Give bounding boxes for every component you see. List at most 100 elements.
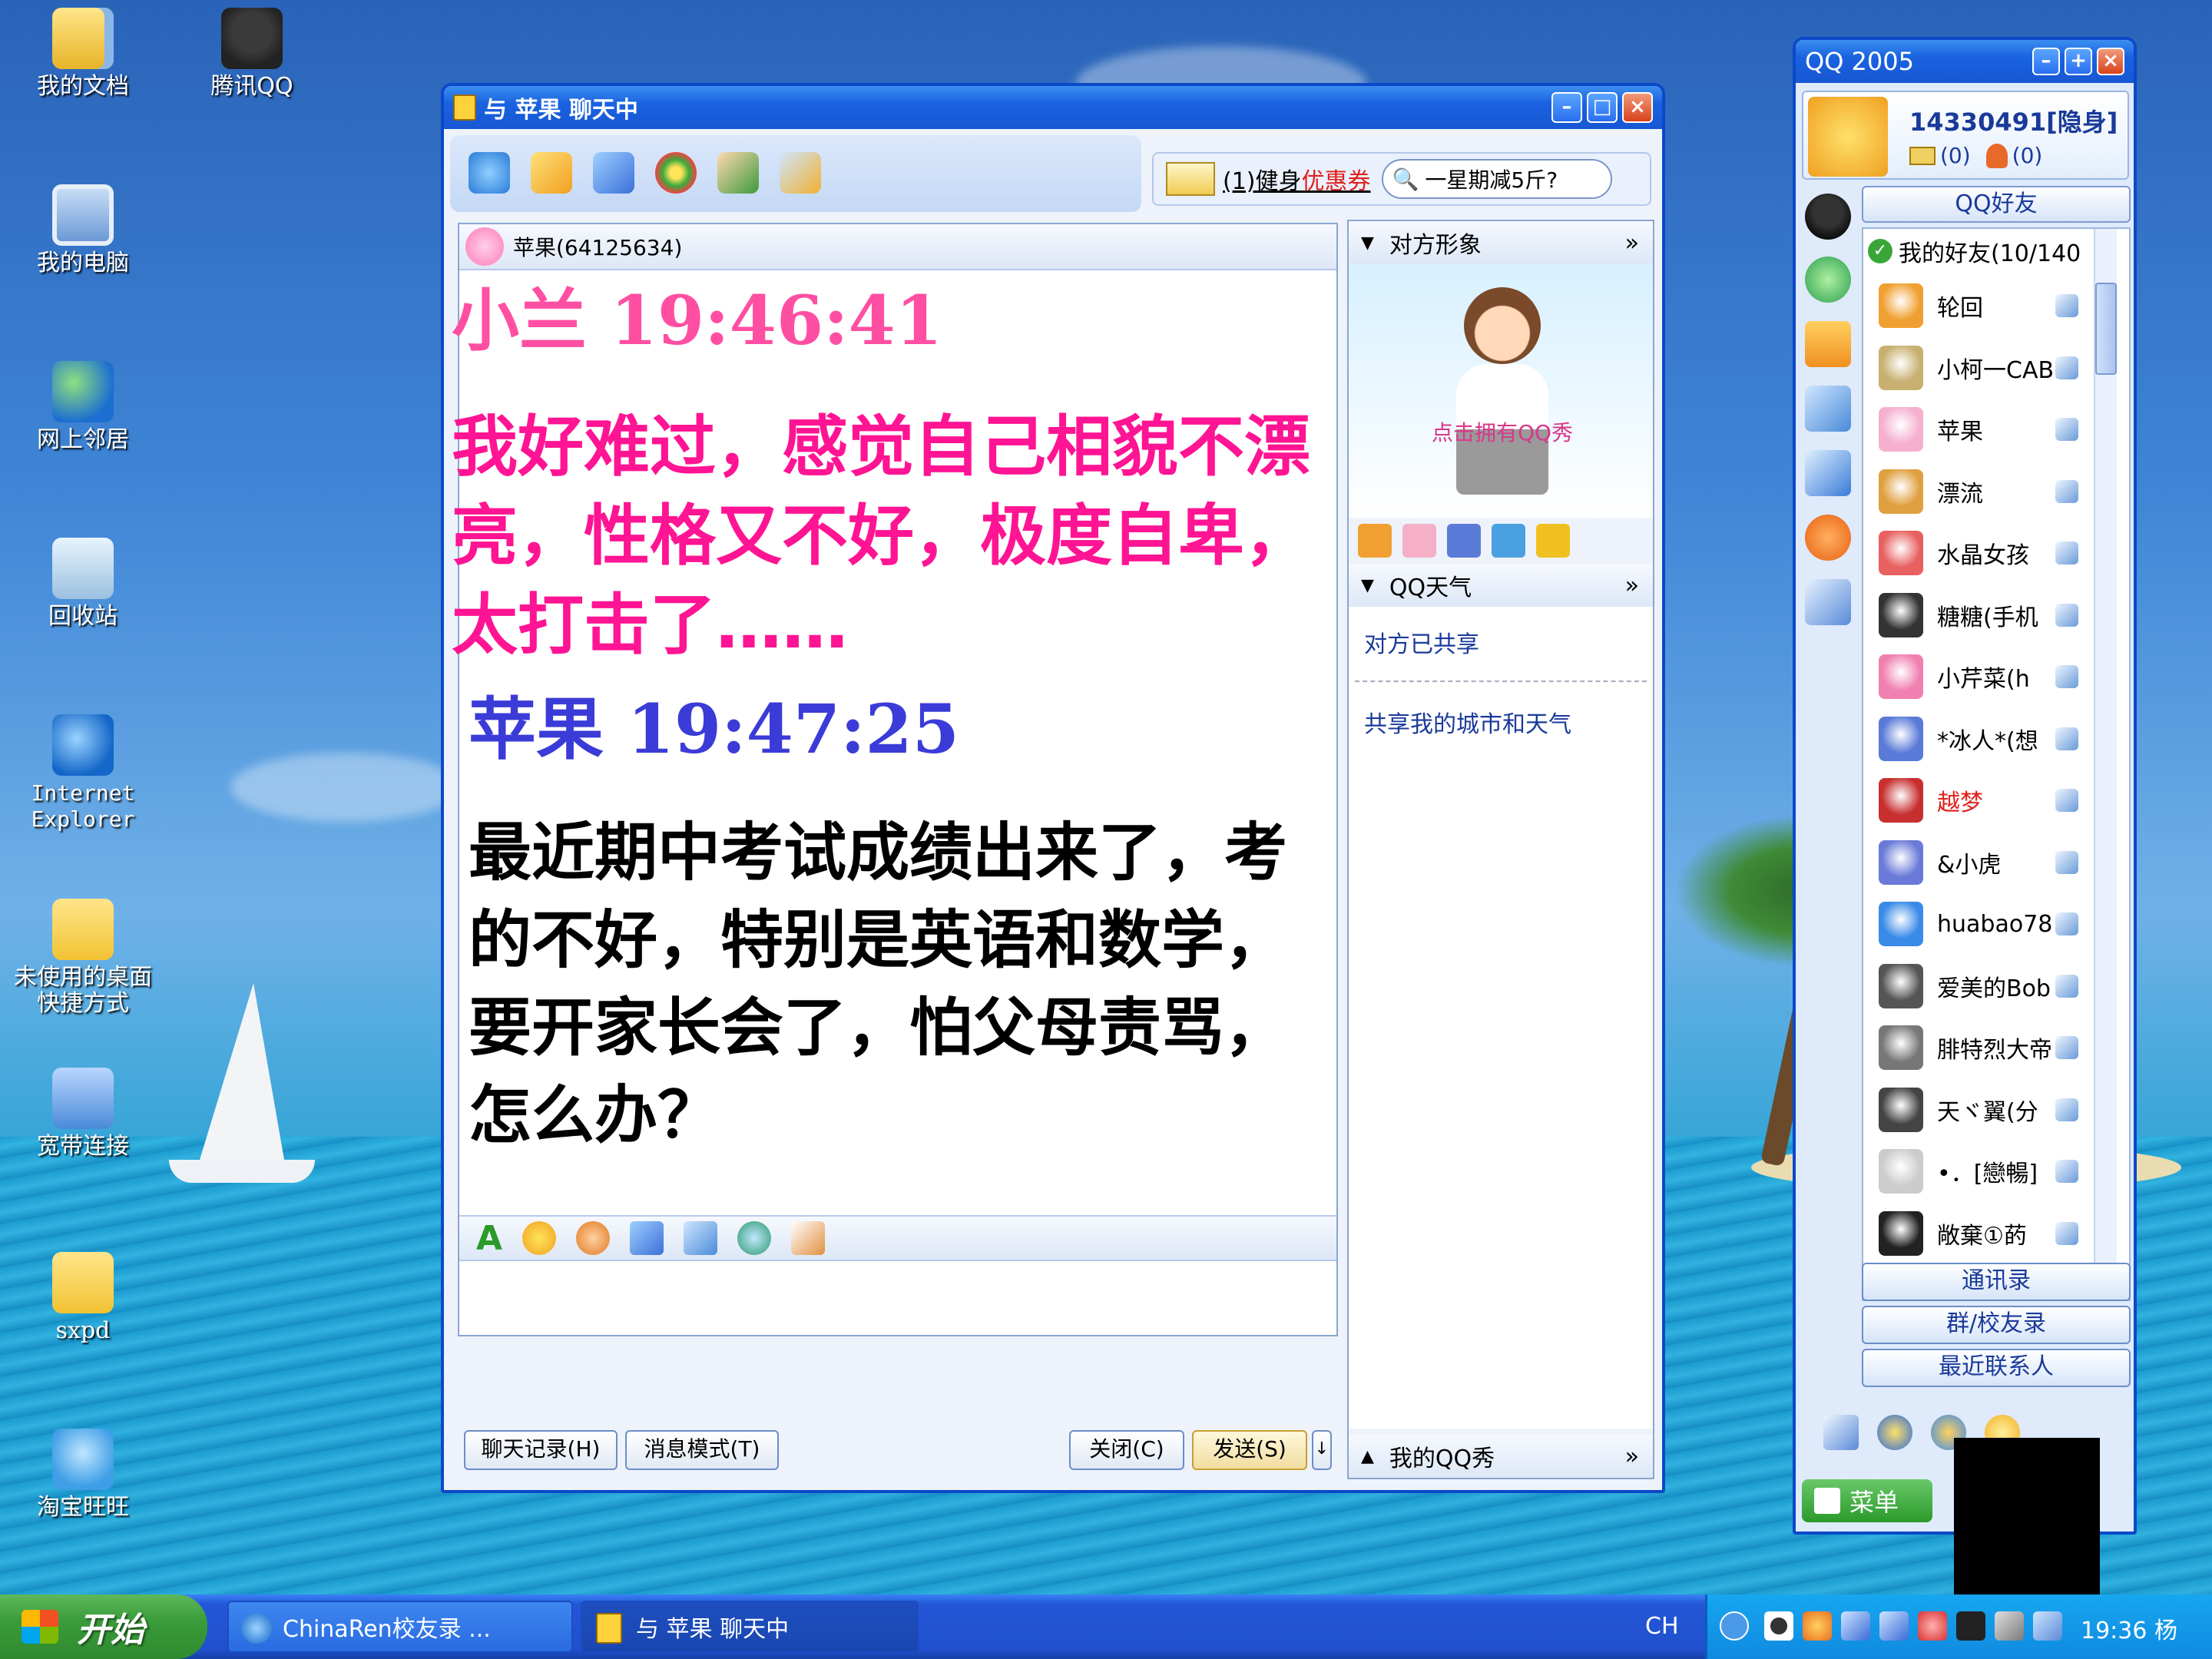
friend-status-icon[interactable] (2055, 1098, 2078, 1121)
screenshot-icon[interactable] (684, 1221, 718, 1255)
friend-list-item[interactable]: 糖糖(手机 (1863, 586, 2094, 644)
friend-list-item[interactable]: 小柯一CABL (1863, 339, 2094, 397)
desktop-icon-tencent-qq[interactable]: 腾讯QQ (175, 8, 329, 100)
taskbar-item-chat[interactable]: 与 苹果 聊天中 (581, 1601, 919, 1653)
mail-icon[interactable] (1909, 146, 1936, 165)
emoticon-icon[interactable] (522, 1221, 557, 1255)
desktop-icon-internet-explorer[interactable]: Internet Explorer (6, 714, 160, 833)
desktop-icon-unused-shortcuts[interactable]: 未使用的桌面快捷方式 (6, 899, 160, 1017)
qq-groups-tab-icon[interactable] (1805, 257, 1851, 303)
notes-icon[interactable] (780, 152, 822, 194)
friend-list-scrollbar[interactable] (2094, 229, 2117, 1300)
desktop-icon-my-computer[interactable]: 我的电脑 (6, 184, 160, 276)
message-input[interactable] (459, 1263, 1336, 1335)
send-button[interactable]: 发送(S) (1192, 1430, 1307, 1470)
qq-tray-icon[interactable] (1803, 1611, 1832, 1641)
desktop-icon-my-documents[interactable]: 我的文档 (6, 8, 160, 100)
tab-contacts[interactable]: 通讯录 (1862, 1263, 2131, 1301)
desktop-icon-sxpd[interactable]: sxpd (6, 1252, 160, 1344)
friend-list-item[interactable]: 爱美的Bob (1863, 957, 2094, 1015)
my-qqshow-header[interactable]: ▲ 我的QQ秀 » (1349, 1435, 1653, 1478)
magic-emoticon-icon[interactable] (576, 1221, 611, 1255)
desktop-icon-network-places[interactable]: 网上邻居 (6, 361, 160, 453)
qqshow-tool-icon[interactable] (1536, 524, 1570, 558)
maximize-button[interactable]: □ (1587, 92, 1618, 123)
friend-status-icon[interactable] (2055, 912, 2078, 935)
friend-list-item[interactable]: 苹果 (1863, 400, 2094, 459)
qq-friends-tab-icon[interactable] (1805, 194, 1851, 240)
friend-status-icon[interactable] (2055, 294, 2078, 317)
friend-list-item[interactable]: *冰人*(想 (1863, 710, 2094, 768)
friend-status-icon[interactable] (2055, 1160, 2078, 1183)
send-image-icon[interactable] (630, 1221, 664, 1255)
chat-bubble-icon[interactable] (737, 1221, 772, 1255)
volume-tray-icon[interactable] (1995, 1611, 2024, 1641)
qqshow-tool-icon[interactable] (1447, 524, 1481, 558)
friend-status-icon[interactable] (2055, 727, 2078, 750)
system-message-icon[interactable] (1823, 1415, 1859, 1450)
tray-app-icon[interactable] (1956, 1611, 1985, 1641)
auction-tab-icon[interactable] (1805, 515, 1851, 561)
friend-group-header[interactable]: ✓ 我的好友(10/140 (1863, 229, 2129, 273)
clock[interactable]: 19:36 杨 (2081, 1611, 2177, 1645)
security-tray-icon[interactable] (1918, 1611, 1947, 1641)
chat-window-titlebar[interactable]: 与 苹果 聊天中 – □ × (444, 86, 1662, 129)
tray-expand-icon[interactable] (1720, 1611, 1749, 1641)
ad-link[interactable]: (1)健身优惠券 (1223, 162, 1371, 196)
qq-main-titlebar[interactable]: QQ 2005 – + × (1796, 40, 2134, 83)
friend-status-icon[interactable] (2055, 1221, 2078, 1245)
taskbar-item-chinaren[interactable]: ChinaRen校友录 ... (227, 1601, 573, 1653)
network-tray-icon[interactable] (1879, 1611, 1909, 1641)
qqshow-tool-icon[interactable] (1358, 524, 1392, 558)
desktop-icon-broadband[interactable]: 宽带连接 (6, 1068, 160, 1160)
friend-list-item[interactable]: 小芹菜(h (1863, 647, 2094, 706)
friend-status-icon[interactable] (2055, 603, 2078, 627)
friend-list-item[interactable]: 越梦 (1863, 771, 2094, 830)
friend-status-icon[interactable] (2055, 665, 2078, 688)
friend-list-item[interactable]: 水晶女孩 (1863, 524, 2094, 582)
friend-list-item[interactable]: 轮回 (1863, 276, 2094, 335)
friend-list-item[interactable]: huabao78 (1863, 895, 2094, 953)
friend-list-item[interactable]: &小虎 (1863, 833, 2094, 892)
qqshow-tool-icon[interactable] (1402, 524, 1436, 558)
tools-tab-icon[interactable] (1805, 579, 1851, 625)
minimize-button[interactable]: – (1551, 92, 1582, 123)
friend-status-icon[interactable] (2055, 789, 2078, 812)
friend-status-icon[interactable] (2055, 418, 2078, 441)
account-number[interactable]: 14330491[隐身] (1909, 103, 2118, 138)
weather-panel-header[interactable]: ▼ QQ天气 » (1349, 564, 1653, 607)
close-button[interactable]: × (2097, 48, 2124, 75)
notes-tab-icon[interactable] (1805, 386, 1851, 432)
friend-status-icon[interactable] (2055, 356, 2078, 379)
language-indicator[interactable]: CH (1645, 1613, 1679, 1640)
add-friend-icon[interactable] (717, 152, 760, 194)
qq-menu-button[interactable]: 菜单 (1802, 1479, 1932, 1522)
desktop-icon-recycle-bin[interactable]: 回收站 (6, 538, 160, 630)
video-chat-icon[interactable] (469, 152, 510, 194)
game-icon[interactable] (655, 152, 697, 194)
send-options-button[interactable]: ↓ (1312, 1430, 1332, 1470)
avatar-panel-header[interactable]: ▼ 对方形象 » (1349, 221, 1653, 264)
friend-list-item[interactable]: 腓特烈大帝 (1863, 1018, 2094, 1077)
share-city-link[interactable]: 共享我的城市和天气 (1364, 705, 1637, 739)
maximize-button[interactable]: + (2065, 48, 2092, 75)
mobile-tab-icon[interactable] (1805, 321, 1851, 367)
tab-qq-friends[interactable]: QQ好友 (1862, 186, 2131, 223)
my-avatar[interactable] (1808, 97, 1888, 177)
chat-history-button[interactable]: 聊天记录(H) (464, 1430, 618, 1470)
ad-search-input[interactable]: 🔍 一星期减5斤? (1381, 159, 1612, 199)
minimize-button[interactable]: – (2032, 48, 2060, 75)
send-file-icon[interactable] (531, 152, 573, 194)
friend-status-icon[interactable] (2055, 541, 2078, 565)
news-tab-icon[interactable] (1805, 450, 1851, 496)
close-chat-button[interactable]: 关闭(C) (1069, 1430, 1184, 1470)
quick-reply-icon[interactable] (791, 1221, 826, 1255)
friend-list-item[interactable]: •．[戀暢] (1863, 1142, 2094, 1200)
friend-status-icon[interactable] (2055, 479, 2078, 503)
font-icon[interactable]: A (476, 1219, 502, 1258)
tray-app-icon[interactable] (2033, 1611, 2062, 1641)
friend-status-icon[interactable] (2055, 974, 2078, 998)
close-button[interactable]: × (1622, 92, 1653, 123)
friend-list-item[interactable]: 敞棄①菂 (1863, 1204, 2094, 1263)
qq-tray-icon[interactable] (1764, 1611, 1793, 1641)
